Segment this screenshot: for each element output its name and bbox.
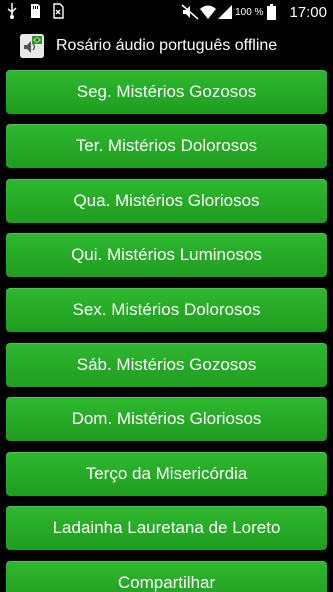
mystery-menu-list: Seg. Mistérios Gozosos Ter. Mistérios Do…: [0, 68, 333, 592]
mute-icon: [181, 4, 199, 20]
clock: 17:00: [289, 3, 327, 21]
download-icon: [52, 3, 66, 19]
menu-button-sunday[interactable]: Dom. Mistérios Gloriosos: [6, 397, 327, 441]
menu-button-wednesday[interactable]: Qua. Mistérios Gloriosos: [6, 179, 327, 223]
status-bar: 100 % 17:00: [0, 0, 333, 24]
menu-button-monday[interactable]: Seg. Mistérios Gozosos: [6, 70, 327, 114]
menu-button-divine-mercy[interactable]: Terço da Misericórdia: [6, 452, 327, 496]
usb-icon: [6, 3, 20, 19]
menu-button-friday[interactable]: Sex. Mistérios Dolorosos: [6, 288, 327, 332]
menu-button-share[interactable]: Compartilhar: [6, 561, 327, 592]
app-bar: Rosário áudio português offline: [0, 24, 333, 68]
signal-icon: [217, 4, 233, 20]
menu-button-saturday[interactable]: Sáb. Mistérios Gozosos: [6, 343, 327, 387]
sd-card-icon: [29, 3, 43, 19]
menu-button-tuesday[interactable]: Ter. Mistérios Dolorosos: [6, 124, 327, 168]
app-title: Rosário áudio português offline: [56, 37, 278, 54]
battery-icon: [267, 4, 281, 20]
wifi-icon: [199, 4, 217, 20]
battery-percent: 100 %: [235, 6, 264, 18]
rosary-audio-app-icon: [20, 34, 44, 58]
menu-button-litany[interactable]: Ladainha Lauretana de Loreto: [6, 506, 327, 550]
menu-button-thursday[interactable]: Qui. Mistérios Luminosos: [6, 233, 327, 277]
